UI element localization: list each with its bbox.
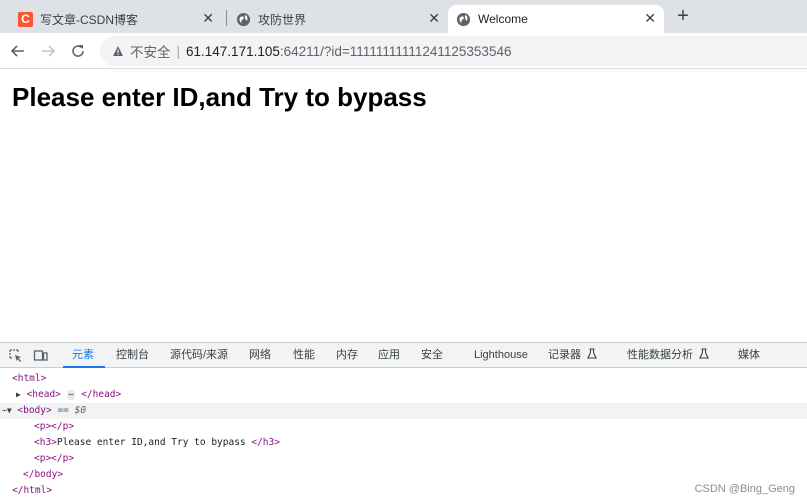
tag-text: <p></p>	[34, 421, 75, 432]
tab-divider	[226, 10, 227, 26]
tab-title: 攻防世界	[258, 12, 307, 27]
tag-text: <body>	[17, 405, 52, 416]
csdn-icon: C	[18, 11, 33, 27]
flask-icon	[587, 348, 597, 359]
tag-text: </h3>	[251, 437, 280, 448]
devtools-tab-security[interactable]: 安全	[421, 343, 443, 368]
back-button[interactable]	[8, 41, 28, 61]
node-text: Please enter ID,and Try to bypass	[56, 437, 252, 448]
devtools-tab-console[interactable]: 控制台	[116, 343, 149, 368]
dom-node-p[interactable]: <p></p>	[0, 451, 807, 467]
devtools-panel: 元素 控制台 源代码/来源 网络 性能 内存 应用 安全 Lighthouse …	[0, 342, 807, 500]
page-heading: Please enter ID,and Try to bypass	[12, 82, 427, 112]
tab-welcome[interactable]: Welcome ✕	[448, 5, 664, 33]
watermark: CSDN @Bing_Geng	[694, 483, 795, 495]
devtools-tab-bar: 元素 控制台 源代码/来源 网络 性能 内存 应用 安全 Lighthouse …	[0, 343, 807, 368]
new-tab-button[interactable]: +	[672, 6, 694, 28]
devtools-tab-performance[interactable]: 性能	[293, 343, 315, 368]
reload-icon	[72, 45, 84, 57]
address-separator: |	[176, 43, 181, 59]
url-host: 61.147.171.105	[186, 43, 280, 59]
reload-button[interactable]	[68, 41, 88, 61]
devtools-tab-label: 性能数据分析	[627, 349, 693, 361]
devtools-tab-recorder[interactable]: 记录器	[548, 343, 597, 368]
browser-tab-strip: C 写文章-CSDN博客 ✕ 攻防世界 ✕ Welcome ✕ +	[0, 0, 807, 33]
tag-text: <p></p>	[34, 453, 75, 464]
devtools-tab-memory[interactable]: 内存	[336, 343, 358, 368]
tab-gongfang[interactable]: 攻防世界 ✕	[228, 5, 448, 33]
address-bar[interactable]: 不安全 | 61.147.171.105 :64211/?id=11111111…	[100, 36, 807, 66]
devtools-tab-elements[interactable]: 元素	[72, 343, 94, 368]
expand-triangle-icon[interactable]: ▶	[16, 390, 21, 399]
devtools-tab-label: 记录器	[548, 349, 581, 361]
device-toolbar-icon[interactable]	[33, 348, 48, 363]
insecure-label: 不安全	[130, 45, 171, 60]
close-tab-icon[interactable]: ✕	[644, 11, 656, 25]
forward-button[interactable]	[38, 41, 58, 61]
close-tab-icon[interactable]: ✕	[202, 11, 214, 25]
page-content: Please enter ID,and Try to bypass	[0, 70, 807, 342]
tab-csdn[interactable]: C 写文章-CSDN博客 ✕	[10, 5, 222, 33]
tag-text: </head>	[81, 389, 122, 400]
dom-node-html-close[interactable]: </html>	[0, 483, 807, 499]
devtools-tab-application[interactable]: 应用	[378, 343, 400, 368]
dom-node-h3[interactable]: <h3>Please enter ID,and Try to bypass </…	[0, 435, 807, 451]
dom-node-head[interactable]: ▶ <head> ⋯ </head>	[0, 387, 807, 403]
devtools-tab-performance-insights[interactable]: 性能数据分析	[627, 343, 709, 368]
url-path: :64211/?id=11111111111241125353546	[279, 43, 512, 59]
devtools-tab-media[interactable]: 媒体	[738, 343, 760, 368]
close-tab-icon[interactable]: ✕	[428, 11, 440, 25]
active-tab-indicator	[63, 366, 105, 368]
dom-node-html[interactable]: <html>	[0, 371, 807, 387]
dom-tree: <html> ▶ <head> ⋯ </head> ⋯▼ <body> == $…	[0, 369, 807, 500]
devtools-tab-network[interactable]: 网络	[249, 343, 271, 368]
inspect-element-icon[interactable]	[8, 348, 23, 363]
dom-node-body[interactable]: ⋯▼ <body> == $0	[0, 403, 807, 419]
tag-text: <html>	[12, 373, 47, 384]
collapse-triangle-icon[interactable]: ▼	[7, 406, 12, 415]
tab-title: Welcome	[478, 12, 528, 26]
arrow-right-icon	[42, 45, 56, 57]
tag-text: </html>	[12, 485, 53, 496]
tab-title: 写文章-CSDN博客	[40, 12, 138, 27]
devtools-tab-sources[interactable]: 源代码/来源	[170, 343, 228, 368]
selected-ref: == $0	[57, 405, 87, 416]
arrow-left-icon	[10, 45, 24, 57]
warning-icon	[113, 46, 123, 56]
collapsed-ellipsis[interactable]: ⋯	[66, 389, 76, 400]
globe-icon	[456, 12, 471, 26]
tag-text: </body>	[23, 469, 64, 480]
dom-node-p[interactable]: <p></p>	[0, 419, 807, 435]
tag-text: <h3>	[34, 437, 57, 448]
browser-toolbar: 不安全 | 61.147.171.105 :64211/?id=11111111…	[0, 33, 807, 69]
devtools-tab-lighthouse[interactable]: Lighthouse	[474, 343, 528, 368]
globe-icon	[236, 12, 251, 26]
flask-icon	[699, 348, 709, 359]
dom-node-body-close[interactable]: </body>	[0, 467, 807, 483]
tag-text: <head>	[26, 389, 61, 400]
